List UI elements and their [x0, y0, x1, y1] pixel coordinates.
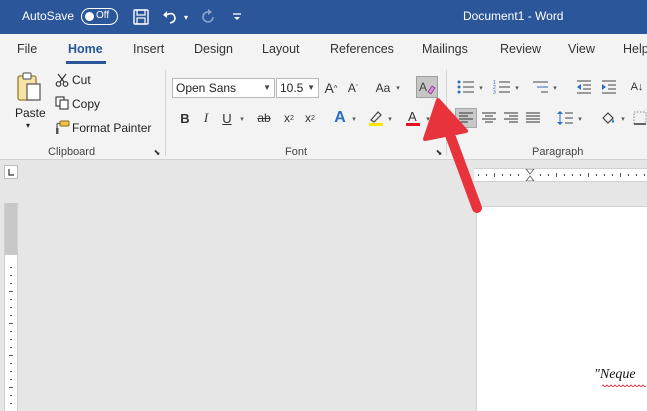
- font-name-combo[interactable]: Open Sans ▼: [172, 78, 275, 98]
- tab-review[interactable]: Review: [500, 42, 541, 56]
- horizontal-ruler[interactable]: [474, 168, 647, 182]
- grow-font-icon[interactable]: A ^: [322, 78, 340, 98]
- chevron-down-icon[interactable]: ▾: [386, 113, 394, 125]
- title-bar: AutoSave Off ▾ Document1 - Word: [0, 0, 647, 34]
- text-effects-icon[interactable]: A: [331, 108, 349, 128]
- chevron-down-icon: ▼: [307, 83, 315, 92]
- tab-references[interactable]: References: [330, 42, 394, 56]
- align-center-icon[interactable]: [479, 108, 499, 128]
- subscript-icon[interactable]: x2: [281, 110, 297, 126]
- clipboard-group-label: Clipboard: [48, 146, 96, 158]
- toggle-knob: [85, 12, 94, 21]
- group-divider: [446, 70, 447, 156]
- undo-dropdown-icon[interactable]: ▾: [181, 7, 191, 27]
- change-case-button[interactable]: Aa: [372, 78, 394, 98]
- cut-icon[interactable]: [54, 72, 70, 88]
- redo-icon[interactable]: [198, 7, 218, 27]
- font-group-label: Font: [285, 146, 308, 158]
- group-divider: [165, 70, 166, 156]
- multilevel-list-icon[interactable]: [530, 78, 550, 96]
- tab-insert[interactable]: Insert: [133, 42, 164, 56]
- chevron-down-icon[interactable]: ▾: [394, 82, 402, 94]
- sort-icon[interactable]: A↓: [627, 76, 647, 98]
- italic-icon[interactable]: I: [199, 110, 213, 126]
- highlight-icon[interactable]: [366, 108, 386, 128]
- tab-mailings[interactable]: Mailings: [422, 42, 468, 56]
- ribbon-tabs: File Home Insert Design Layout Reference…: [0, 34, 647, 64]
- decrease-indent-icon[interactable]: [575, 78, 593, 96]
- superscript-icon[interactable]: x2: [302, 110, 318, 126]
- font-size-combo[interactable]: 10.5 ▼: [276, 78, 319, 98]
- chevron-down-icon[interactable]: ▾: [424, 113, 432, 125]
- chevron-down-icon[interactable]: ▾: [477, 82, 485, 94]
- chevron-down-icon: ▼: [263, 83, 271, 92]
- tab-layout[interactable]: Layout: [262, 42, 300, 56]
- customize-toolbar-icon[interactable]: [229, 7, 245, 27]
- tab-file[interactable]: File: [17, 42, 37, 56]
- clipboard-launcher-icon[interactable]: ⬊: [152, 147, 162, 157]
- document-text[interactable]: "Neque: [594, 367, 636, 383]
- autosave-state: Off: [96, 10, 110, 21]
- chevron-down-icon[interactable]: ▾: [238, 113, 246, 125]
- vertical-ruler[interactable]: [4, 203, 18, 411]
- document-page[interactable]: "Neque: [476, 206, 647, 411]
- font-name-value: Open Sans: [176, 81, 237, 95]
- format-painter-icon[interactable]: [54, 119, 70, 135]
- svg-text:A: A: [419, 80, 427, 94]
- copy-button[interactable]: Copy: [72, 97, 100, 111]
- tab-design[interactable]: Design: [194, 42, 233, 56]
- bullets-icon[interactable]: [456, 78, 476, 96]
- line-spacing-icon[interactable]: [555, 108, 575, 128]
- shading-icon[interactable]: [598, 108, 618, 128]
- svg-text:3: 3: [493, 90, 496, 94]
- autosave-label: AutoSave: [22, 9, 75, 23]
- justify-icon[interactable]: [523, 108, 543, 128]
- underline-icon[interactable]: U: [220, 110, 234, 126]
- font-color-icon[interactable]: A: [403, 108, 423, 128]
- tab-view[interactable]: View: [568, 42, 595, 56]
- paste-icon[interactable]: [13, 70, 45, 104]
- tab-help[interactable]: Help: [623, 42, 647, 56]
- undo-icon[interactable]: [160, 7, 180, 27]
- document-canvas[interactable]: "Neque: [0, 161, 647, 411]
- numbering-icon[interactable]: 123: [492, 78, 512, 96]
- paragraph-group-label: Paragraph: [532, 146, 584, 158]
- align-left-icon[interactable]: [455, 108, 477, 128]
- svg-text:A: A: [408, 109, 417, 124]
- paste-dropdown-icon[interactable]: ▾: [26, 121, 30, 130]
- copy-icon[interactable]: [54, 95, 70, 111]
- ruler-margin: [5, 203, 17, 255]
- autosave-toggle[interactable]: Off: [81, 8, 118, 25]
- tab-selector[interactable]: [4, 165, 18, 179]
- clear-formatting-icon[interactable]: A: [416, 76, 438, 98]
- chevron-down-icon[interactable]: ▾: [513, 82, 521, 94]
- bold-icon[interactable]: B: [178, 110, 192, 126]
- cut-button[interactable]: Cut: [72, 73, 91, 87]
- format-painter-button[interactable]: Format Painter: [72, 121, 151, 135]
- increase-indent-icon[interactable]: [600, 78, 618, 96]
- borders-icon[interactable]: [632, 108, 647, 128]
- chevron-down-icon[interactable]: ▾: [576, 113, 584, 125]
- font-launcher-icon[interactable]: ⬊: [434, 147, 444, 157]
- save-icon[interactable]: [131, 7, 151, 27]
- tab-home[interactable]: Home: [68, 42, 103, 56]
- chevron-down-icon[interactable]: ▾: [551, 82, 559, 94]
- strikethrough-icon[interactable]: ab: [254, 110, 274, 126]
- chevron-down-icon[interactable]: ▾: [619, 113, 627, 125]
- shrink-font-icon[interactable]: Aˇ: [344, 78, 362, 98]
- chevron-down-icon[interactable]: ▾: [350, 113, 358, 125]
- ribbon: Paste ▾ Cut Copy Format Painter Clipboar…: [0, 64, 647, 160]
- paste-button[interactable]: Paste: [15, 106, 46, 120]
- align-right-icon[interactable]: [501, 108, 521, 128]
- document-title: Document1 - Word: [463, 9, 564, 23]
- font-size-value: 10.5: [280, 81, 304, 95]
- spelling-squiggle: [602, 384, 646, 387]
